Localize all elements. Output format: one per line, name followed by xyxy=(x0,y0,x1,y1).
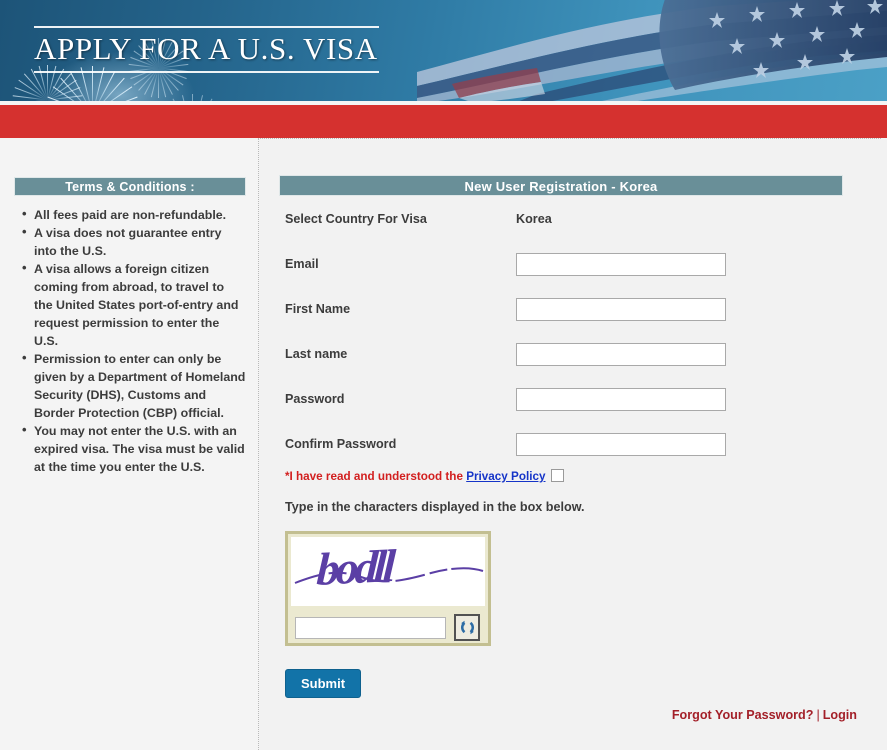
captcha-image: bodll xyxy=(291,537,485,606)
terms-list: All fees paid are non-refundable. A visa… xyxy=(0,205,246,476)
privacy-policy-checkbox[interactable] xyxy=(551,469,565,482)
country-label: Select Country For Visa xyxy=(285,212,427,226)
registration-form: Select Country For Visa Korea Email Firs… xyxy=(259,205,887,475)
list-item: All fees paid are non-refundable. xyxy=(22,205,246,224)
field-row-country: Select Country For Visa Korea xyxy=(259,205,887,250)
submit-button[interactable]: Submit xyxy=(285,669,361,698)
banner-title-rule: APPLY FOR A U.S. VISA xyxy=(34,26,379,73)
field-row-first-name: First Name xyxy=(259,295,887,340)
refresh-icon xyxy=(460,620,474,635)
field-row-password: Password xyxy=(259,385,887,430)
terms-sidebar: Terms & Conditions : All fees paid are n… xyxy=(0,138,258,750)
password-field[interactable] xyxy=(516,388,726,411)
us-flag-icon xyxy=(417,0,887,101)
captcha-noise-line xyxy=(294,567,484,584)
password-label: Password xyxy=(285,392,345,406)
captcha-widget: bodll xyxy=(285,531,491,646)
list-item: A visa allows a foreign citizen coming f… xyxy=(22,259,246,350)
captcha-refresh-button[interactable] xyxy=(454,614,480,641)
footer-separator: | xyxy=(816,708,820,722)
confirm-password-field[interactable] xyxy=(516,433,726,456)
captcha-instruction: Type in the characters displayed in the … xyxy=(285,500,585,514)
list-item: A visa does not guarantee entry into the… xyxy=(22,223,246,260)
footer-links: Forgot Your Password? | Login xyxy=(672,708,857,722)
field-row-last-name: Last name xyxy=(259,340,887,385)
content-area: Terms & Conditions : All fees paid are n… xyxy=(0,138,887,750)
field-row-email: Email xyxy=(259,250,887,295)
login-link[interactable]: Login xyxy=(823,708,857,722)
registration-panel-title: New User Registration - Korea xyxy=(279,175,843,196)
privacy-consent-text: *I have read and understood the xyxy=(285,470,467,483)
list-item: You may not enter the U.S. with an expir… xyxy=(22,421,246,476)
first-name-field[interactable] xyxy=(516,298,726,321)
terms-panel-title: Terms & Conditions : xyxy=(14,177,246,196)
email-field[interactable] xyxy=(516,253,726,276)
confirm-password-label: Confirm Password xyxy=(285,437,397,451)
country-value: Korea xyxy=(516,212,552,226)
last-name-label: Last name xyxy=(285,347,348,361)
first-name-label: First Name xyxy=(285,302,351,316)
privacy-policy-consent: *I have read and understood the Privacy … xyxy=(285,469,715,483)
site-banner: APPLY FOR A U.S. VISA xyxy=(0,0,887,101)
list-item: Permission to enter can only be given by… xyxy=(22,349,246,422)
page-root: APPLY FOR A U.S. VISA Terms & Conditions… xyxy=(0,0,887,750)
registration-panel: New User Registration - Korea Select Cou… xyxy=(259,139,887,750)
email-label: Email xyxy=(285,257,319,271)
red-accent-bar xyxy=(0,105,887,138)
last-name-field[interactable] xyxy=(516,343,726,366)
forgot-password-link[interactable]: Forgot Your Password? xyxy=(672,708,814,722)
captcha-input[interactable] xyxy=(295,617,446,639)
page-title: APPLY FOR A U.S. VISA xyxy=(34,31,378,66)
privacy-policy-link[interactable]: Privacy Policy xyxy=(466,470,545,483)
